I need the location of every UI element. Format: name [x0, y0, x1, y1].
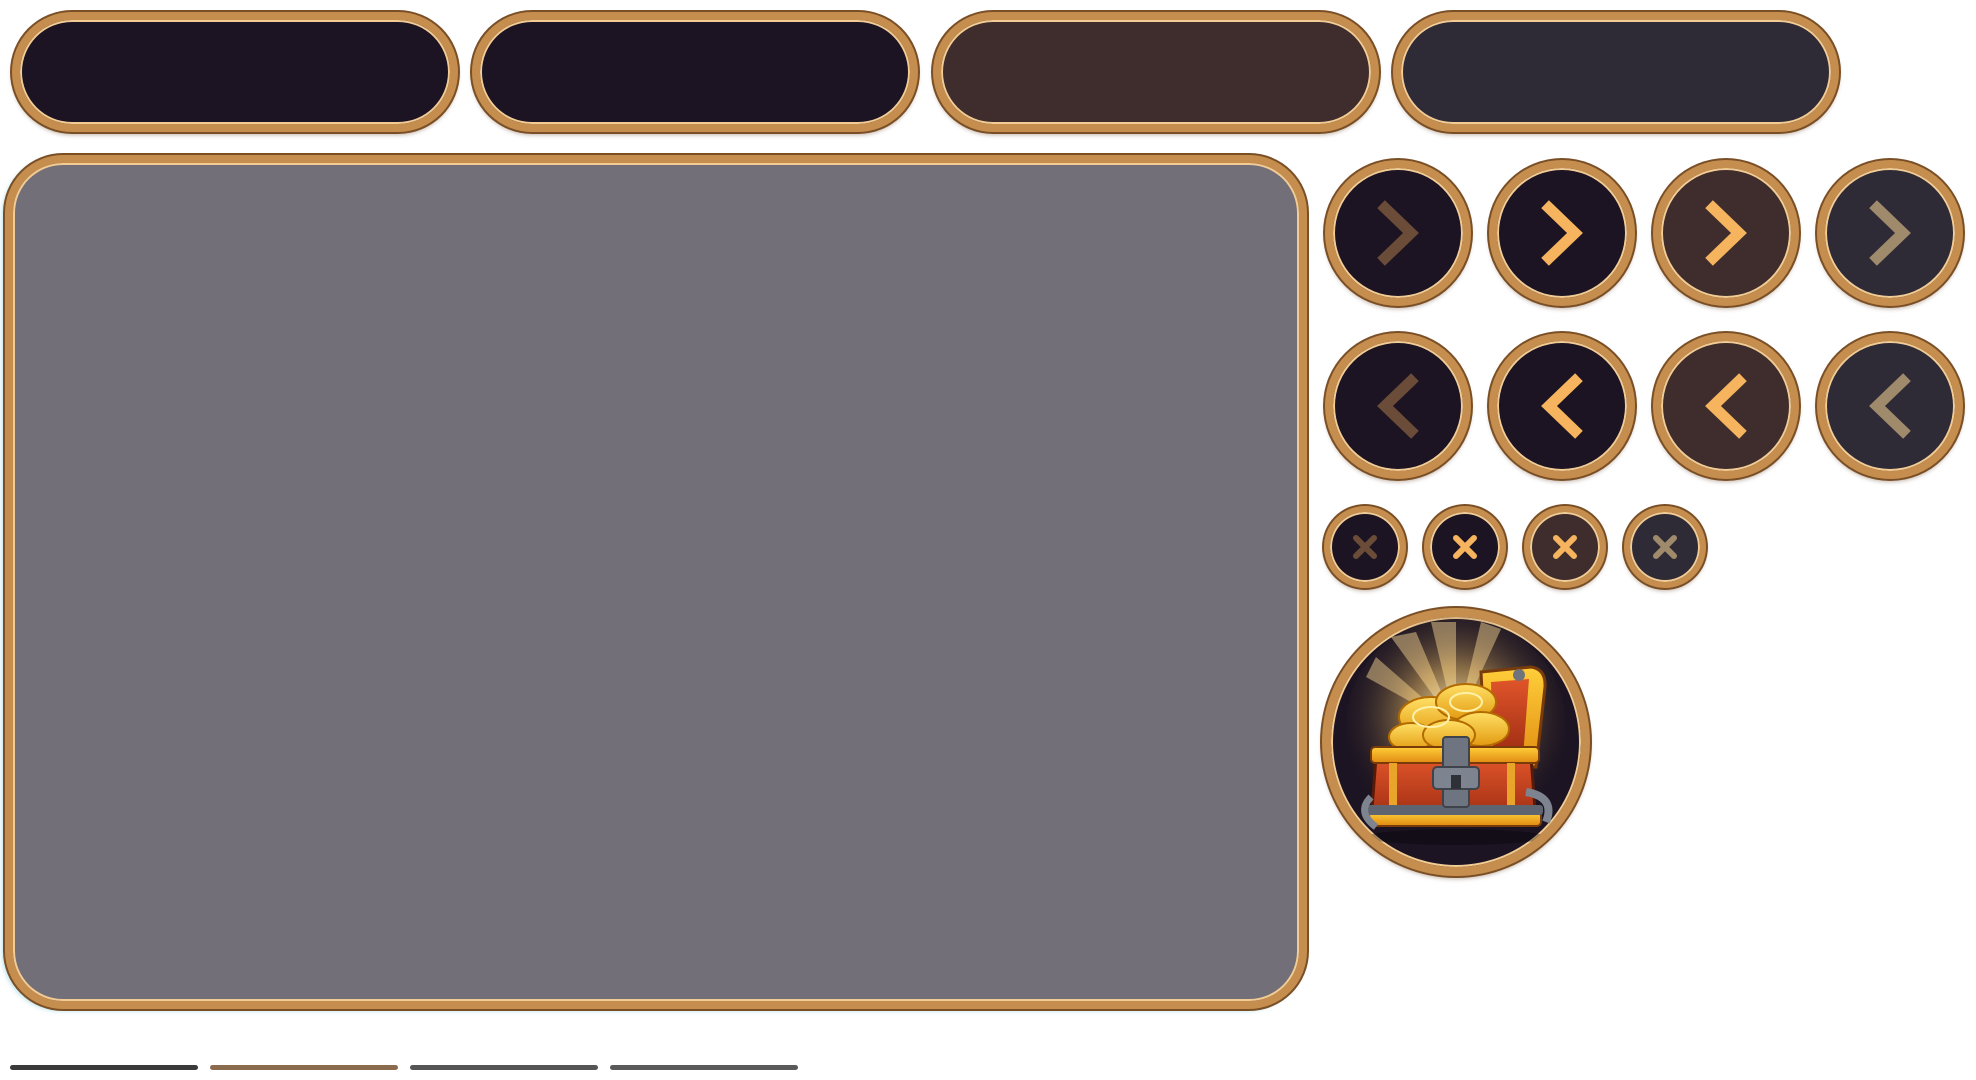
prev-button-disabled[interactable] — [1817, 333, 1963, 479]
dialog-panel — [5, 155, 1307, 1009]
bar-swatch-1 — [10, 1065, 198, 1070]
chevron-left-icon — [1869, 373, 1911, 439]
next-button-hover[interactable] — [1489, 160, 1635, 306]
next-button-normal[interactable] — [1325, 160, 1471, 306]
close-icon — [1653, 535, 1677, 559]
close-button-pressed[interactable] — [1524, 506, 1606, 588]
chevron-right-icon — [1705, 200, 1747, 266]
treasure-button[interactable] — [1322, 608, 1590, 876]
pill-button-normal[interactable] — [12, 12, 458, 132]
prev-button-pressed[interactable] — [1653, 333, 1799, 479]
pill-button-pressed[interactable] — [933, 12, 1379, 132]
treasure-chest-icon — [1346, 617, 1566, 845]
close-icon — [1453, 535, 1477, 559]
chevron-left-icon — [1705, 373, 1747, 439]
chevron-right-icon — [1541, 200, 1583, 266]
prev-button-hover[interactable] — [1489, 333, 1635, 479]
bar-swatch-2 — [210, 1065, 398, 1070]
bar-swatch-3 — [410, 1065, 598, 1070]
close-icon — [1353, 535, 1377, 559]
bar-swatch-4 — [610, 1065, 798, 1070]
close-icon — [1553, 535, 1577, 559]
pill-button-disabled[interactable] — [1393, 12, 1839, 132]
prev-button-normal[interactable] — [1325, 333, 1471, 479]
chevron-left-icon — [1541, 373, 1583, 439]
chevron-right-icon — [1377, 200, 1419, 266]
pill-button-hover[interactable] — [472, 12, 918, 132]
close-button-hover[interactable] — [1424, 506, 1506, 588]
next-button-pressed[interactable] — [1653, 160, 1799, 306]
close-button-normal[interactable] — [1324, 506, 1406, 588]
close-button-disabled[interactable] — [1624, 506, 1706, 588]
chevron-left-icon — [1377, 373, 1419, 439]
chevron-right-icon — [1869, 200, 1911, 266]
next-button-disabled[interactable] — [1817, 160, 1963, 306]
